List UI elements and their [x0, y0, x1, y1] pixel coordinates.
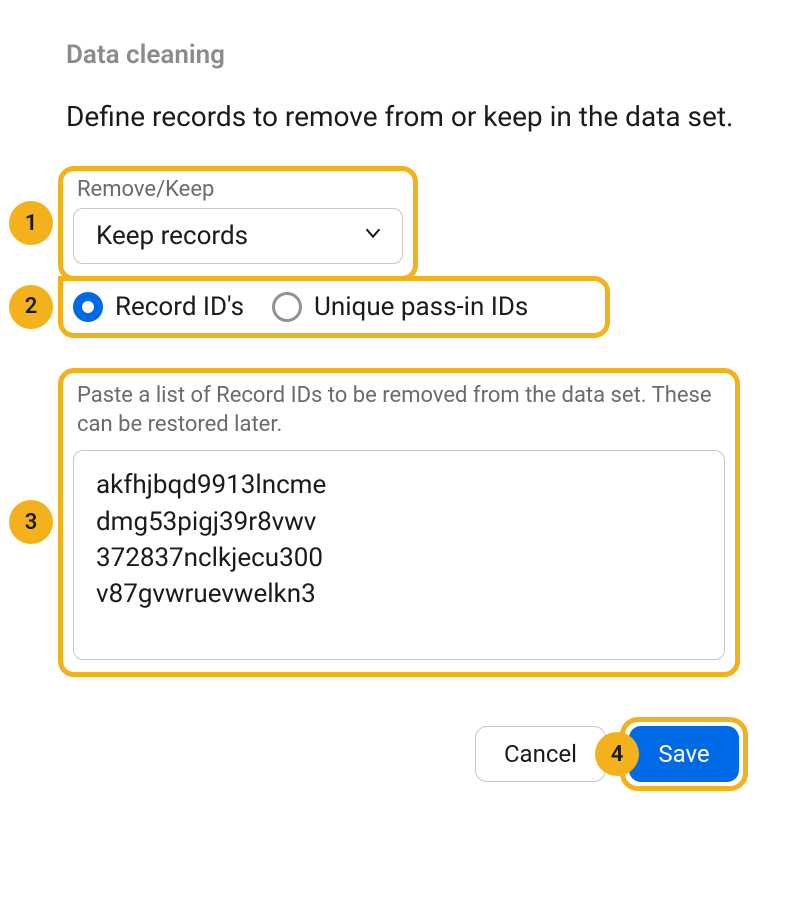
- annotation-badge-3: 3: [9, 500, 53, 544]
- radio-selected-icon: [73, 292, 103, 322]
- radio-unique-passin-ids[interactable]: Unique pass-in IDs: [272, 292, 528, 322]
- radio-unselected-icon: [272, 292, 302, 322]
- dialog-footer: Cancel 4 Save: [66, 717, 752, 791]
- record-id-paste-hint: Paste a list of Record IDs to be removed…: [73, 381, 725, 450]
- remove-keep-group: 1 Remove/Keep Keep records: [58, 166, 418, 281]
- remove-keep-value: Keep records: [96, 221, 248, 251]
- cancel-button[interactable]: Cancel: [475, 726, 606, 782]
- record-id-textarea[interactable]: akfhjbqd9913lncme dmg53pigj39r8vwv 37283…: [73, 450, 725, 660]
- chevron-down-icon: [362, 221, 384, 251]
- save-button-highlight: 4 Save: [620, 717, 748, 791]
- radio-record-ids[interactable]: Record ID's: [67, 292, 244, 322]
- radio-unique-passin-label: Unique pass-in IDs: [314, 292, 528, 322]
- record-id-paste-group: 3 Paste a list of Record IDs to be remov…: [58, 368, 740, 677]
- id-type-radio-group: 2 Record ID's Unique pass-in IDs: [58, 276, 610, 338]
- section-description: Define records to remove from or keep in…: [66, 98, 752, 136]
- remove-keep-select[interactable]: Keep records: [73, 208, 403, 264]
- radio-record-ids-label: Record ID's: [115, 292, 244, 322]
- section-title: Data cleaning: [66, 40, 752, 70]
- annotation-badge-1: 1: [9, 201, 53, 245]
- annotation-badge-4: 4: [595, 732, 639, 776]
- data-cleaning-panel: Data cleaning Define records to remove f…: [0, 0, 800, 908]
- remove-keep-label: Remove/Keep: [73, 177, 403, 202]
- save-button[interactable]: Save: [629, 726, 739, 782]
- annotation-badge-2: 2: [9, 285, 53, 329]
